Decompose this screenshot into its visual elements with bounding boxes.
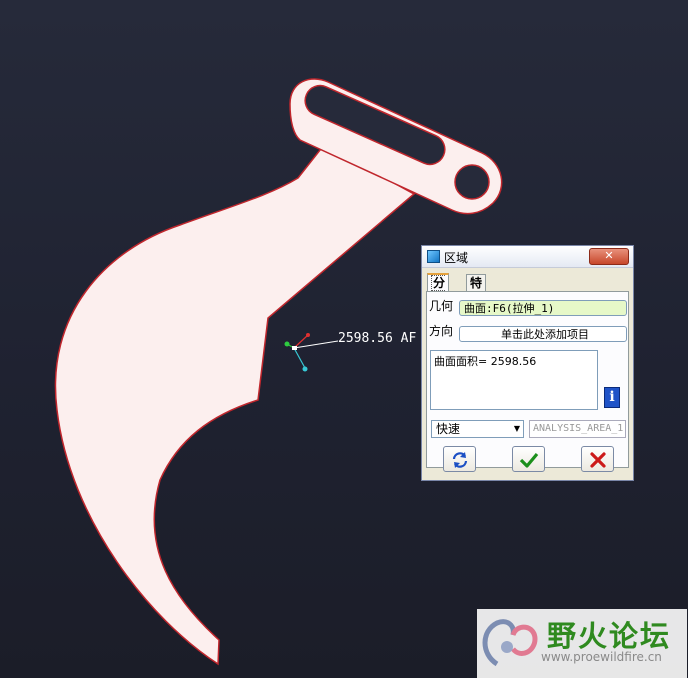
analysis-name-field[interactable]: ANALYSIS_AREA_1 (529, 420, 626, 438)
direction-label: 方向 (429, 324, 454, 338)
checkmark-icon (519, 452, 538, 468)
dialog-titlebar[interactable]: 区域 ✕ (422, 246, 633, 268)
cube-icon (427, 250, 440, 263)
tab-analysis[interactable]: 分析 (427, 273, 450, 308)
handle-hole (454, 164, 490, 200)
measurement-readout: 2598.56 AF (338, 331, 417, 346)
info-icon[interactable]: i (604, 387, 620, 408)
dialog-title: 区域 (444, 251, 469, 265)
chevron-down-icon: ▼ (513, 424, 520, 433)
watermark-title: 野火论坛 (547, 619, 672, 653)
watermark-url: www.proewildfire.cn (541, 650, 662, 664)
triad-y (293, 347, 306, 369)
cross-icon (589, 451, 606, 468)
mode-select-value: 快速 (436, 422, 461, 436)
result-area: 曲面面积= 2598.56 (430, 350, 598, 410)
forum-logo-icon (482, 619, 538, 667)
analysis-panel: 几何 曲面:F6(拉伸_1) 方向 单击此处添加项目 曲面面积= 2598.56… (426, 291, 629, 472)
geometry-collector[interactable]: 曲面:F6(拉伸_1) (459, 300, 627, 316)
triad-z-dot (284, 341, 290, 347)
direction-collector[interactable]: 单击此处添加项目 (459, 326, 627, 342)
cancel-button[interactable] (581, 446, 614, 472)
repeat-icon (452, 451, 467, 468)
close-button[interactable]: ✕ (589, 248, 629, 265)
mode-select[interactable]: 快速 ▼ (431, 420, 524, 438)
area-analysis-dialog: 区域 ✕ 分析 特征 几何 曲面:F6(拉伸_1) 方向 单击此处添加项目 曲面… (421, 245, 634, 481)
knife-body (54, 144, 416, 666)
geometry-label: 几何 (429, 299, 454, 313)
triad-x-dot (306, 333, 310, 337)
repeat-button[interactable] (443, 446, 476, 472)
triad-y-dot (302, 366, 308, 372)
tab-feature[interactable]: 特征 (466, 274, 487, 307)
ok-button[interactable] (512, 446, 545, 472)
watermark: 野火论坛 www.proewildfire.cn (477, 609, 687, 678)
triad-origin (292, 346, 297, 350)
